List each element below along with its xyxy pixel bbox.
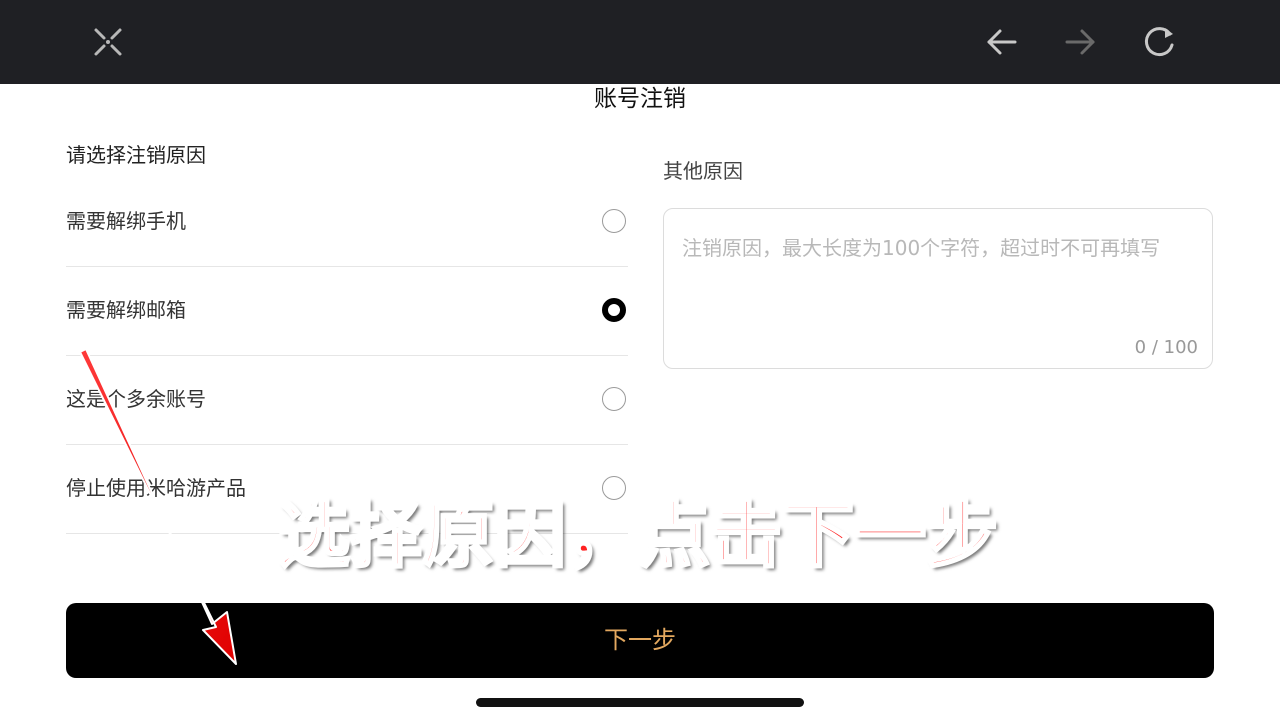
reason-option-unbind-email[interactable]: 需要解绑邮箱	[66, 267, 628, 356]
textarea-placeholder: 注销原因，最大长度为100个字符，超过时不可再填写	[682, 236, 1161, 260]
home-indicator	[476, 698, 804, 707]
radio-button[interactable]	[602, 387, 626, 411]
next-step-button[interactable]: 下一步	[66, 603, 1214, 678]
top-toolbar	[0, 0, 1280, 84]
instruction-annotation: 选择原因，点击下一步	[277, 491, 1000, 579]
reason-option-extra-account[interactable]: 这是个多余账号	[66, 356, 628, 445]
close-x-icon[interactable]	[88, 22, 128, 62]
radio-button[interactable]	[602, 209, 626, 233]
other-reason-textarea[interactable]: 注销原因，最大长度为100个字符，超过时不可再填写 0 / 100	[663, 208, 1213, 369]
reason-label: 需要解绑邮箱	[66, 298, 186, 322]
reason-label: 这是个多余账号	[66, 387, 206, 411]
other-reason-label: 其他原因	[663, 159, 743, 183]
page-title: 账号注销	[594, 86, 686, 112]
radio-button-selected[interactable]	[602, 298, 626, 322]
reason-label: 需要解绑手机	[66, 209, 186, 233]
refresh-icon[interactable]	[1139, 22, 1179, 62]
reason-section-title: 请选择注销原因	[66, 143, 206, 167]
character-counter: 0 / 100	[1134, 337, 1198, 358]
arrow-left-icon[interactable]	[982, 22, 1022, 62]
arrow-right-icon[interactable]	[1060, 22, 1100, 62]
reason-label: 停止使用米哈游产品	[66, 476, 246, 500]
reason-option-unbind-phone[interactable]: 需要解绑手机	[66, 178, 628, 267]
